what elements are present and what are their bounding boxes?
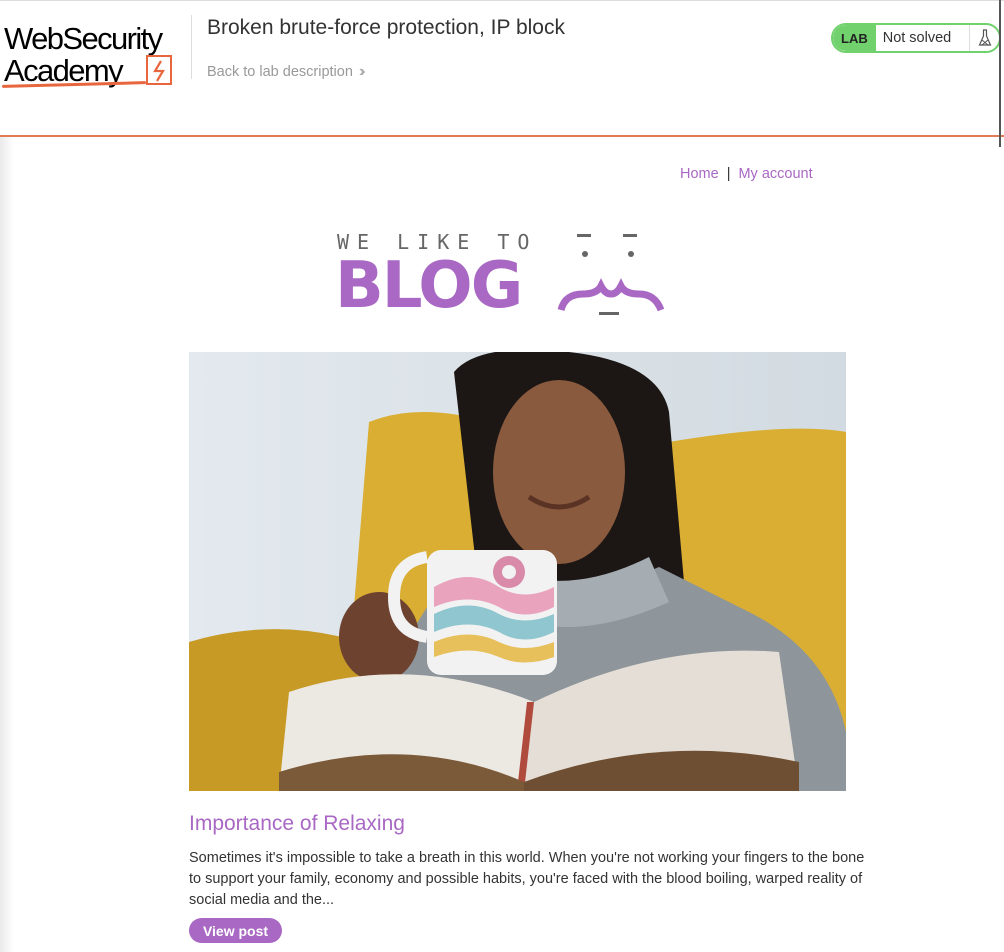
brace-face-icon (557, 234, 665, 315)
blog-logo: WE LIKE TO BLOG (335, 228, 675, 323)
lab-title: Broken brute-force protection, IP block (207, 16, 565, 39)
blog-wordmark: BLOG (335, 249, 523, 323)
flask-icon (969, 25, 999, 51)
nav-my-account-link[interactable]: My account (738, 166, 812, 182)
page-shadow (0, 137, 14, 952)
top-navigation: Home | My account (680, 166, 813, 182)
web-security-academy-logo[interactable]: WebSecurity Academy (1, 21, 190, 91)
header-divider (191, 15, 192, 79)
woman-reading-illustration (189, 352, 846, 791)
lab-status-text: Not solved (882, 30, 952, 46)
view-post-button[interactable]: View post (189, 918, 282, 943)
academy-header: WebSecurity Academy Broken brute-force p… (0, 0, 1004, 137)
nav-home-link[interactable]: Home (680, 166, 719, 182)
back-link-label: Back to lab description (207, 64, 353, 80)
lab-badge: LAB (833, 25, 876, 51)
post-excerpt: Sometimes it's impossible to take a brea… (189, 850, 865, 908)
scrollbar[interactable] (999, 0, 1001, 147)
lab-status-widget: LAB Not solved (831, 23, 1001, 53)
post-title[interactable]: Importance of Relaxing (189, 812, 405, 836)
back-to-lab-description-link[interactable]: Back to lab description ›› (207, 63, 365, 81)
post-image[interactable] (189, 352, 846, 791)
nav-separator: | (726, 166, 731, 182)
double-chevron-right-icon: ›› (358, 63, 365, 80)
logo-line-1: WebSecurity (4, 21, 163, 56)
lightning-bolt-icon (146, 55, 172, 85)
